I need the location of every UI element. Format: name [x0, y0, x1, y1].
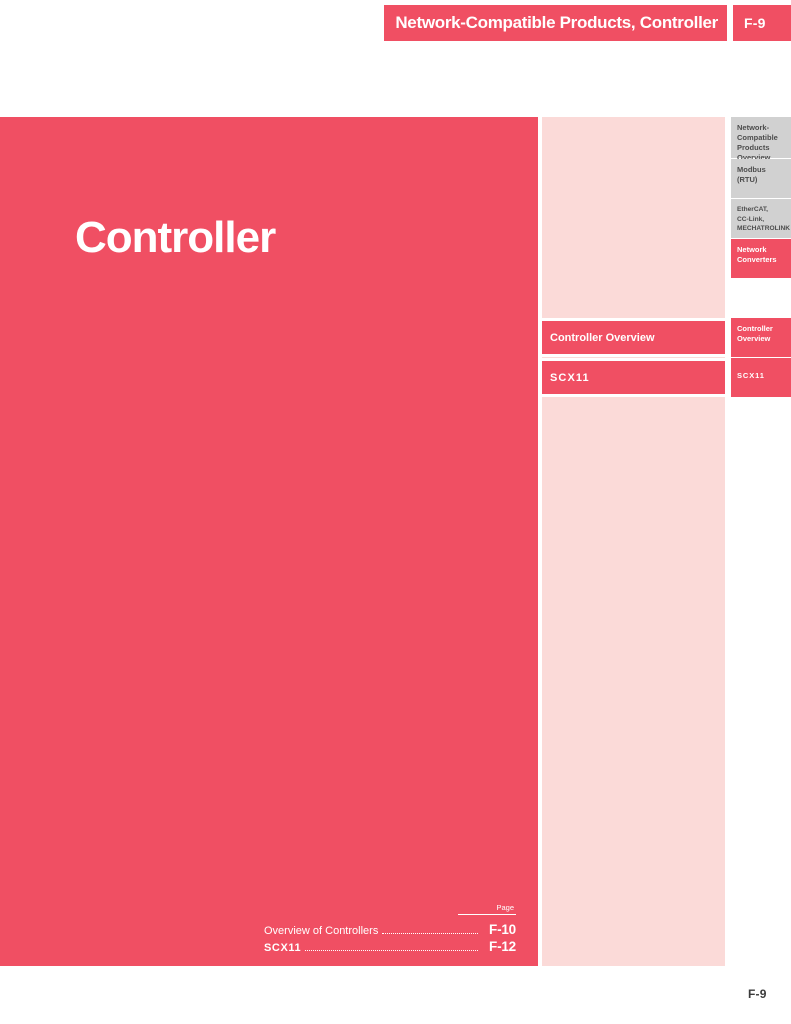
toc-leader-dots	[305, 949, 478, 951]
sidebar-tab-label: Network Converters	[737, 245, 777, 264]
section-bar-scx11[interactable]: SCX11	[542, 358, 725, 397]
middle-content-column	[542, 117, 725, 966]
page-header-bar: Network-Compatible Products, Controller	[384, 5, 727, 41]
sidebar-tab-ethercat-cclink-mechatrolink[interactable]: EtherCAT, CC-Link, MECHATROLINK	[731, 199, 791, 238]
toc-leader-dots	[382, 932, 478, 934]
sidebar-tab-label: Controller Overview	[737, 324, 773, 343]
toc-entry-overview-of-controllers[interactable]: Overview of Controllers F-10	[264, 922, 516, 937]
table-of-contents: Page Overview of Controllers F-10 SCX11 …	[264, 903, 516, 956]
sidebar-tab-network-converters[interactable]: Network Converters	[731, 239, 791, 278]
header-page-badge-label: F-9	[744, 15, 766, 31]
page-header-title: Network-Compatible Products, Controller	[395, 13, 718, 32]
footer-page-number: F-9	[748, 987, 767, 1001]
sidebar-tab-modbus-rtu[interactable]: Modbus (RTU)	[731, 159, 791, 198]
header-page-badge: F-9	[733, 5, 791, 41]
toc-entry-label: Overview of Controllers	[264, 925, 379, 937]
cover-panel: Controller Page Overview of Controllers …	[0, 117, 538, 966]
sidebar-tab-label: Network- Compatible Products Overview	[737, 123, 778, 162]
sidebar-tab-network-compatible-products-overview[interactable]: Network- Compatible Products Overview	[731, 117, 791, 162]
toc-entry-page: F-12	[489, 939, 516, 954]
toc-divider	[458, 914, 516, 915]
toc-entry-scx11[interactable]: SCX11 F-12	[264, 939, 516, 954]
sidebar-tab-label: SCX11	[737, 371, 765, 380]
section-bar-label: Controller Overview	[550, 331, 655, 344]
sidebar-tab-label: Modbus (RTU)	[737, 165, 766, 184]
cover-title: Controller	[75, 213, 276, 262]
toc-entry-page: F-10	[489, 922, 516, 937]
section-bar-controller-overview[interactable]: Controller Overview	[542, 318, 725, 357]
toc-page-column-header: Page	[496, 903, 514, 912]
sidebar-tab-scx11[interactable]: SCX11	[731, 358, 791, 397]
sidebar-tab-controller-overview[interactable]: Controller Overview	[731, 318, 791, 357]
sidebar-tab-label: EtherCAT, CC-Link, MECHATROLINK	[737, 206, 790, 233]
toc-entry-label: SCX11	[264, 942, 302, 954]
section-bar-label: SCX11	[550, 371, 590, 384]
